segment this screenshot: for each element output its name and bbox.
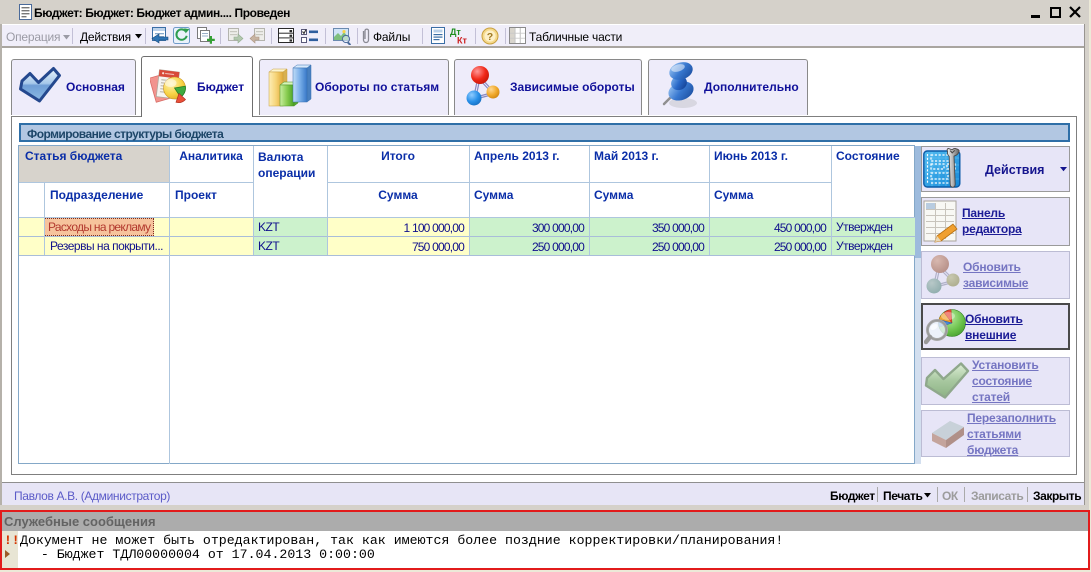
svg-text:?: ? [487, 31, 493, 43]
svg-text:Кт: Кт [457, 36, 467, 46]
